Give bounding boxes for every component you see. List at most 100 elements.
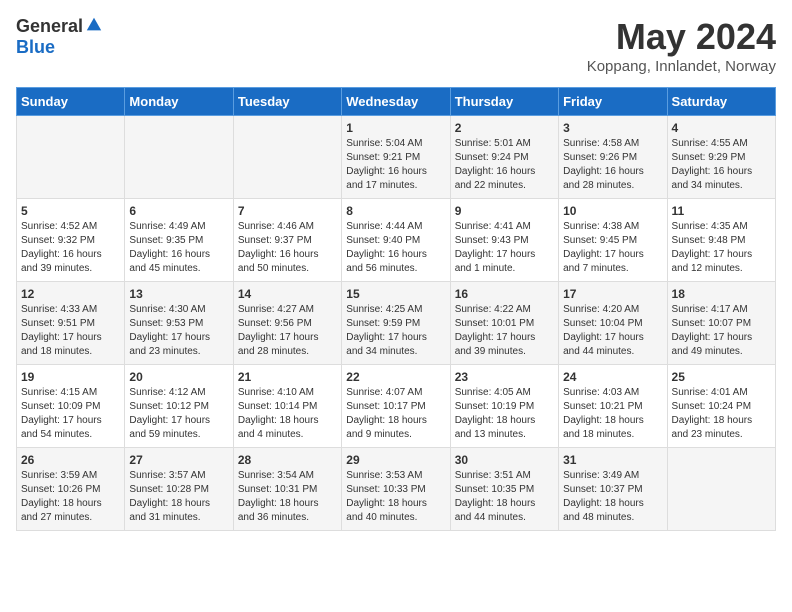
day-info: Sunrise: 4:55 AM Sunset: 9:29 PM Dayligh… [672, 137, 771, 193]
day-info: Sunrise: 5:01 AM Sunset: 9:24 PM Dayligh… [455, 137, 554, 193]
week-row-3: 19 Sunrise: 4:15 AM Sunset: 10:09 PM Dayl… [17, 365, 776, 448]
day-info: Sunrise: 4:22 AM Sunset: 10:01 PM Daylig… [455, 303, 554, 359]
week-row-0: 1 Sunrise: 5:04 AM Sunset: 9:21 PM Daylig… [17, 116, 776, 199]
day-info: Sunrise: 4:46 AM Sunset: 9:37 PM Dayligh… [238, 220, 337, 276]
calendar-cell: 11 Sunrise: 4:35 AM Sunset: 9:48 PM Dayli… [667, 199, 775, 282]
day-number: 18 [672, 287, 771, 301]
calendar-cell: 25Sunrise: 4:01 AM Sunset: 10:24 PM Dayl… [667, 365, 775, 448]
calendar-cell: 12 Sunrise: 4:33 AM Sunset: 9:51 PM Dayli… [17, 282, 125, 365]
calendar-cell: 16 Sunrise: 4:22 AM Sunset: 10:01 PM Dayl… [450, 282, 558, 365]
calendar-cell: 17 Sunrise: 4:20 AM Sunset: 10:04 PM Dayl… [559, 282, 667, 365]
day-info: Sunrise: 4:07 AM Sunset: 10:17 PM Daylig… [346, 386, 445, 442]
calendar-cell: 15Sunrise: 4:25 AM Sunset: 9:59 PM Dayli… [342, 282, 450, 365]
calendar-cell: 19 Sunrise: 4:15 AM Sunset: 10:09 PM Dayl… [17, 365, 125, 448]
calendar-cell: 22Sunrise: 4:07 AM Sunset: 10:17 PM Dayl… [342, 365, 450, 448]
calendar-cell: 24 Sunrise: 4:03 AM Sunset: 10:21 PM Dayl… [559, 365, 667, 448]
calendar-cell: 2 Sunrise: 5:01 AM Sunset: 9:24 PM Daylig… [450, 116, 558, 199]
day-number: 6 [129, 204, 228, 218]
day-number: 19 [21, 370, 120, 384]
day-info: Sunrise: 4:05 AM Sunset: 10:19 PM Daylig… [455, 386, 554, 442]
calendar-cell: 10Sunrise: 4:38 AM Sunset: 9:45 PM Dayli… [559, 199, 667, 282]
calendar-cell: 8Sunrise: 4:44 AM Sunset: 9:40 PM Daylig… [342, 199, 450, 282]
calendar-cell: 21 Sunrise: 4:10 AM Sunset: 10:14 PM Dayl… [233, 365, 341, 448]
day-number: 24 [563, 370, 662, 384]
calendar-cell [125, 116, 233, 199]
day-number: 17 [563, 287, 662, 301]
day-number: 29 [346, 453, 445, 467]
header-thursday: Thursday [450, 88, 558, 116]
day-number: 13 [129, 287, 228, 301]
calendar-cell: 13 Sunrise: 4:30 AM Sunset: 9:53 PM Dayli… [125, 282, 233, 365]
calendar-cell: 14 Sunrise: 4:27 AM Sunset: 9:56 PM Dayli… [233, 282, 341, 365]
day-number: 7 [238, 204, 337, 218]
header-friday: Friday [559, 88, 667, 116]
calendar-table: SundayMondayTuesdayWednesdayThursdayFrid… [16, 87, 776, 531]
day-info: Sunrise: 4:49 AM Sunset: 9:35 PM Dayligh… [129, 220, 228, 276]
week-row-1: 5 Sunrise: 4:52 AM Sunset: 9:32 PM Daylig… [17, 199, 776, 282]
calendar-cell [233, 116, 341, 199]
calendar-cell: 9Sunrise: 4:41 AM Sunset: 9:43 PM Daylig… [450, 199, 558, 282]
day-number: 4 [672, 121, 771, 135]
day-info: Sunrise: 4:33 AM Sunset: 9:51 PM Dayligh… [21, 303, 120, 359]
day-number: 31 [563, 453, 662, 467]
day-number: 23 [455, 370, 554, 384]
calendar-cell: 18Sunrise: 4:17 AM Sunset: 10:07 PM Dayl… [667, 282, 775, 365]
calendar-cell [17, 116, 125, 199]
logo: General Blue [16, 16, 103, 58]
week-row-2: 12 Sunrise: 4:33 AM Sunset: 9:51 PM Dayli… [17, 282, 776, 365]
day-info: Sunrise: 4:27 AM Sunset: 9:56 PM Dayligh… [238, 303, 337, 359]
calendar-cell: 20Sunrise: 4:12 AM Sunset: 10:12 PM Dayl… [125, 365, 233, 448]
day-info: Sunrise: 4:52 AM Sunset: 9:32 PM Dayligh… [21, 220, 120, 276]
day-info: Sunrise: 5:04 AM Sunset: 9:21 PM Dayligh… [346, 137, 445, 193]
calendar-cell: 5 Sunrise: 4:52 AM Sunset: 9:32 PM Daylig… [17, 199, 125, 282]
calendar-cell: 6 Sunrise: 4:49 AM Sunset: 9:35 PM Daylig… [125, 199, 233, 282]
day-number: 25 [672, 370, 771, 384]
calendar-cell: 27 Sunrise: 3:57 AM Sunset: 10:28 PM Dayl… [125, 448, 233, 531]
day-info: Sunrise: 3:51 AM Sunset: 10:35 PM Daylig… [455, 469, 554, 525]
day-info: Sunrise: 4:20 AM Sunset: 10:04 PM Daylig… [563, 303, 662, 359]
day-info: Sunrise: 4:15 AM Sunset: 10:09 PM Daylig… [21, 386, 120, 442]
day-info: Sunrise: 4:30 AM Sunset: 9:53 PM Dayligh… [129, 303, 228, 359]
day-number: 1 [346, 121, 445, 135]
title-area: May 2024 Koppang, Innlandet, Norway [587, 16, 776, 75]
header-saturday: Saturday [667, 88, 775, 116]
calendar-cell: 7 Sunrise: 4:46 AM Sunset: 9:37 PM Daylig… [233, 199, 341, 282]
day-info: Sunrise: 4:10 AM Sunset: 10:14 PM Daylig… [238, 386, 337, 442]
calendar-cell: 26 Sunrise: 3:59 AM Sunset: 10:26 PM Dayl… [17, 448, 125, 531]
day-info: Sunrise: 3:54 AM Sunset: 10:31 PM Daylig… [238, 469, 337, 525]
day-info: Sunrise: 3:59 AM Sunset: 10:26 PM Daylig… [21, 469, 120, 525]
day-info: Sunrise: 3:53 AM Sunset: 10:33 PM Daylig… [346, 469, 445, 525]
day-number: 12 [21, 287, 120, 301]
week-row-4: 26 Sunrise: 3:59 AM Sunset: 10:26 PM Dayl… [17, 448, 776, 531]
day-info: Sunrise: 4:12 AM Sunset: 10:12 PM Daylig… [129, 386, 228, 442]
day-number: 21 [238, 370, 337, 384]
header-tuesday: Tuesday [233, 88, 341, 116]
month-title: May 2024 [587, 16, 776, 58]
calendar-cell: 3Sunrise: 4:58 AM Sunset: 9:26 PM Daylig… [559, 116, 667, 199]
logo-general-text: General [16, 16, 83, 37]
day-info: Sunrise: 4:35 AM Sunset: 9:48 PM Dayligh… [672, 220, 771, 276]
day-info: Sunrise: 3:49 AM Sunset: 10:37 PM Daylig… [563, 469, 662, 525]
calendar-cell: 1 Sunrise: 5:04 AM Sunset: 9:21 PM Daylig… [342, 116, 450, 199]
day-number: 2 [455, 121, 554, 135]
day-number: 10 [563, 204, 662, 218]
day-info: Sunrise: 4:03 AM Sunset: 10:21 PM Daylig… [563, 386, 662, 442]
logo-icon [85, 16, 103, 34]
day-number: 16 [455, 287, 554, 301]
header-row: SundayMondayTuesdayWednesdayThursdayFrid… [17, 88, 776, 116]
page-header: General Blue May 2024 Koppang, Innlandet… [16, 16, 776, 75]
day-number: 14 [238, 287, 337, 301]
day-number: 11 [672, 204, 771, 218]
calendar-cell: 29 Sunrise: 3:53 AM Sunset: 10:33 PM Dayl… [342, 448, 450, 531]
calendar-cell [667, 448, 775, 531]
day-number: 27 [129, 453, 228, 467]
logo-blue-text: Blue [16, 37, 55, 58]
day-number: 26 [21, 453, 120, 467]
day-info: Sunrise: 3:57 AM Sunset: 10:28 PM Daylig… [129, 469, 228, 525]
header-sunday: Sunday [17, 88, 125, 116]
day-number: 9 [455, 204, 554, 218]
day-number: 8 [346, 204, 445, 218]
calendar-cell: 28Sunrise: 3:54 AM Sunset: 10:31 PM Dayl… [233, 448, 341, 531]
day-number: 5 [21, 204, 120, 218]
location: Koppang, Innlandet, Norway [587, 58, 776, 75]
